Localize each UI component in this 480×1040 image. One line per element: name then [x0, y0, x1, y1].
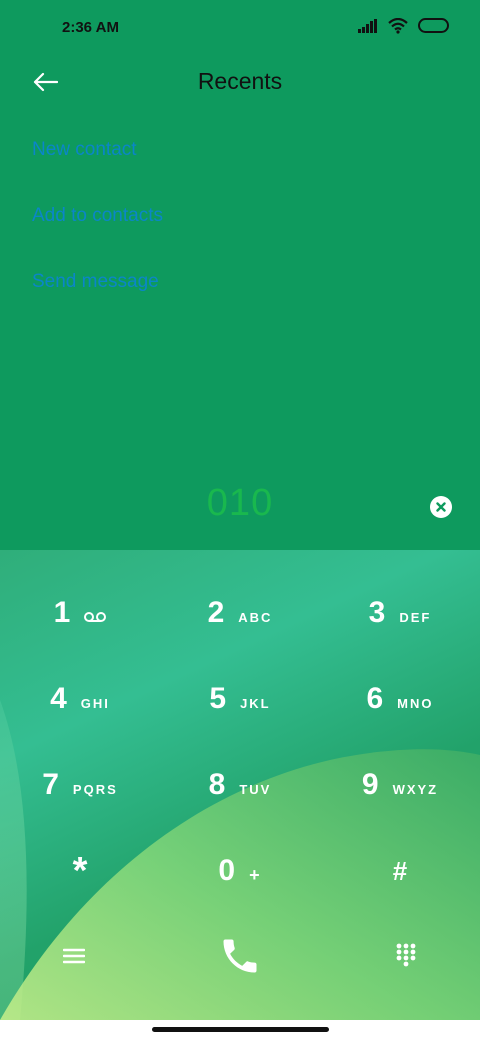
- navigation-bar: [0, 1020, 480, 1040]
- key-digit: 8: [208, 768, 226, 801]
- key-4[interactable]: 4 GHI: [0, 656, 160, 742]
- key-letters: MNO: [397, 695, 434, 711]
- battery-icon: [418, 18, 449, 33]
- dialpad-icon: [396, 943, 416, 967]
- voicemail-icon: [84, 612, 107, 622]
- key-hash[interactable]: #: [320, 828, 480, 914]
- status-time: 2:36 AM: [62, 19, 119, 36]
- key-6[interactable]: 6 MNO: [320, 656, 480, 742]
- title-bar: Recents: [0, 56, 480, 108]
- key-letters: DEF: [399, 609, 432, 625]
- call-button[interactable]: [206, 922, 274, 990]
- key-3[interactable]: 3 DEF: [320, 570, 480, 656]
- key-5[interactable]: 5 JKL: [160, 656, 320, 742]
- menu-icon: [63, 948, 85, 964]
- key-0[interactable]: 0 +: [160, 828, 320, 914]
- status-icons: [358, 18, 450, 34]
- key-letters: PQRS: [72, 781, 118, 797]
- send-message-link[interactable]: Send message: [32, 271, 159, 293]
- key-1[interactable]: 1: [0, 570, 160, 656]
- key-letters: TUV: [239, 781, 272, 797]
- key-letters: ABC: [238, 609, 273, 625]
- dialpad-toggle-button[interactable]: [376, 928, 436, 984]
- key-digit: 3: [368, 596, 386, 629]
- page-title: Recents: [197, 68, 283, 94]
- signal-icon: [358, 19, 377, 33]
- key-digit: 5: [209, 682, 227, 715]
- key-letters: JKL: [240, 695, 271, 711]
- key-digit: 6: [366, 682, 384, 715]
- key-8[interactable]: 8 TUV: [160, 742, 320, 828]
- key-7[interactable]: 7 PQRS: [0, 742, 160, 828]
- add-to-contacts-link[interactable]: Add to contacts: [32, 205, 163, 227]
- key-digit: 7: [42, 768, 59, 801]
- key-letters: GHI: [80, 695, 110, 711]
- home-indicator[interactable]: [152, 1027, 329, 1032]
- key-digit: 2: [207, 596, 225, 629]
- new-contact-link[interactable]: New contact: [32, 139, 137, 161]
- key-digit: 0: [218, 854, 236, 887]
- wifi-icon: [388, 18, 408, 34]
- key-letters: +: [249, 864, 262, 885]
- key-9[interactable]: 9 WXYZ: [320, 742, 480, 828]
- key-digit: 9: [361, 768, 379, 801]
- status-bar: 2:36 AM: [0, 0, 480, 56]
- key-2[interactable]: 2 ABC: [160, 570, 320, 656]
- dialpad: 1 2 ABC 3 DEF 4 GHI 5 JKL 6 MNO 7 PQRS 8…: [0, 550, 480, 1020]
- key-digit: *: [72, 849, 88, 892]
- key-digit: 1: [53, 596, 71, 629]
- menu-button[interactable]: [44, 928, 104, 984]
- dialed-number-row: 010: [0, 482, 480, 538]
- key-digit: #: [392, 855, 408, 886]
- clear-icon: [436, 502, 446, 512]
- phone-icon: [223, 939, 257, 973]
- key-star[interactable]: *: [0, 828, 160, 914]
- key-digit: 4: [50, 682, 67, 715]
- dialed-number: 010: [206, 482, 274, 524]
- clear-button[interactable]: [430, 496, 452, 518]
- key-letters: WXYZ: [392, 781, 439, 797]
